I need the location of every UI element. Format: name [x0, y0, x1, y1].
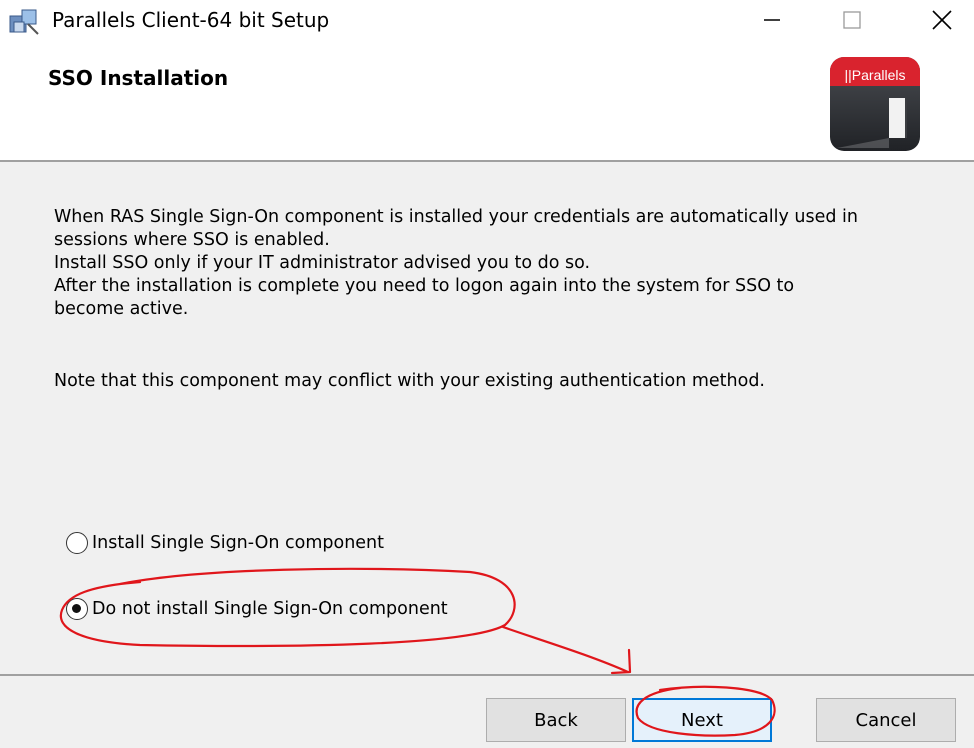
- title-bar: Parallels Client-64 bit Setup: [0, 0, 974, 44]
- installer-icon: [8, 6, 42, 36]
- next-button[interactable]: Next: [632, 698, 772, 742]
- wizard-footer: Back Next Cancel: [0, 676, 974, 748]
- description-text: When RAS Single Sign-On component is ins…: [54, 206, 944, 321]
- close-icon: [931, 9, 953, 35]
- maximize-button[interactable]: [822, 0, 882, 44]
- setup-window: Parallels Client-64 bit Setup SSO Instal…: [0, 0, 974, 748]
- install-sso-option[interactable]: Install Single Sign-On component: [66, 532, 384, 554]
- wizard-body: When RAS Single Sign-On component is ins…: [0, 162, 974, 674]
- note-text: Note that this component may conflict wi…: [54, 371, 765, 391]
- wizard-header: SSO Installation ||Parallels: [0, 44, 974, 160]
- parallels-logo: ||Parallels: [829, 56, 921, 152]
- description-line: sessions where SSO is enabled.: [54, 230, 330, 250]
- description-line: Install SSO only if your IT administrato…: [54, 253, 591, 273]
- maximize-icon: [842, 10, 862, 34]
- option-label: Install Single Sign-On component: [92, 533, 385, 553]
- description-line: After the installation is complete you n…: [54, 276, 795, 296]
- description-line: become active.: [54, 299, 189, 319]
- close-button[interactable]: [912, 0, 972, 44]
- description-line: When RAS Single Sign-On component is ins…: [54, 207, 858, 227]
- back-button[interactable]: Back: [486, 698, 626, 742]
- do-not-install-sso-option[interactable]: Do not install Single Sign-On component: [66, 598, 448, 620]
- minimize-button[interactable]: [742, 0, 802, 44]
- page-title: SSO Installation: [48, 66, 229, 90]
- option-label: Do not install Single Sign-On component: [92, 599, 448, 619]
- radio-button[interactable]: [66, 532, 88, 554]
- radio-button-selected[interactable]: [66, 598, 88, 620]
- logo-text: ||Parallels: [845, 67, 906, 83]
- cancel-button[interactable]: Cancel: [816, 698, 956, 742]
- window-title: Parallels Client-64 bit Setup: [52, 8, 330, 32]
- minimize-icon: [762, 10, 782, 34]
